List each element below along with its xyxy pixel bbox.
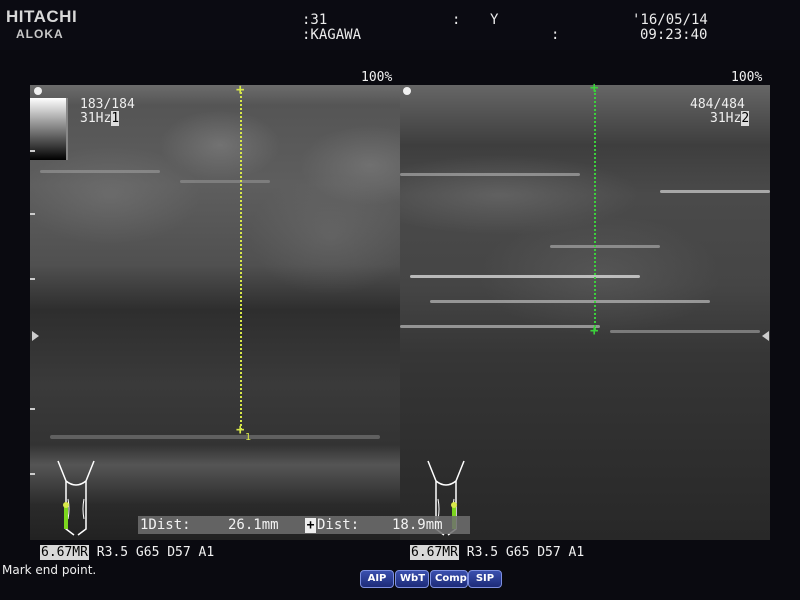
- sip-button[interactable]: SIP: [468, 570, 502, 588]
- frame-counter-right: 484/484: [690, 97, 745, 112]
- imaging-params-right: 6.67MR R3.5 G65 D57 A1: [410, 545, 585, 560]
- grayscale-bar: [30, 98, 68, 160]
- brand-logo: HITACHI: [6, 7, 78, 26]
- header-colon: :: [452, 12, 461, 28]
- caliper-cursor-icon: +: [305, 518, 316, 533]
- caliper-end-left[interactable]: +: [236, 423, 244, 437]
- caliper-line-right: [594, 90, 596, 330]
- brand-sub-logo: ALOKA: [16, 27, 64, 41]
- caliper-start-left[interactable]: +: [236, 83, 244, 97]
- patient-name: :KAGAWA: [302, 27, 362, 43]
- caliper-start-right[interactable]: +: [590, 81, 598, 95]
- patient-id: :31: [302, 12, 328, 28]
- caliper-label-left: 1: [245, 432, 252, 443]
- exam-date: '16/05/14: [632, 12, 708, 28]
- caliper-end-right[interactable]: +: [590, 324, 598, 338]
- measurement-2-value: 18.9mm: [392, 517, 443, 533]
- frame-counter-left: 183/184: [80, 97, 135, 112]
- comp-button[interactable]: Comp: [430, 570, 468, 588]
- leg-bodymark-left-icon: [57, 460, 95, 536]
- focus-marker-right[interactable]: [762, 331, 769, 341]
- aip-button[interactable]: AIP: [360, 570, 394, 588]
- wbt-button[interactable]: WbT: [395, 570, 429, 588]
- measurement-2-label: Dist:: [317, 517, 360, 533]
- status-message: Mark end point.: [2, 563, 97, 577]
- imaging-params-left: 6.67MR R3.5 G65 D57 A1: [40, 545, 215, 560]
- measurement-1-value: 26.1mm: [228, 517, 279, 533]
- exam-time: 09:23:40: [640, 27, 708, 43]
- focus-marker-left[interactable]: [32, 331, 39, 341]
- frame-rate-left: 31Hz1: [80, 111, 120, 126]
- gain-percent-right: 100%: [731, 70, 763, 85]
- caliper-line-left: [240, 92, 242, 430]
- orientation-marker-left: [34, 87, 42, 95]
- frame-rate-right: 31Hz2: [710, 111, 750, 126]
- patient-sex: Y: [490, 12, 499, 28]
- orientation-marker-right: [403, 87, 411, 95]
- measurement-1-label: 1Dist:: [140, 517, 191, 533]
- gain-percent-left: 100%: [361, 70, 393, 85]
- header-colon-2: :: [551, 27, 560, 43]
